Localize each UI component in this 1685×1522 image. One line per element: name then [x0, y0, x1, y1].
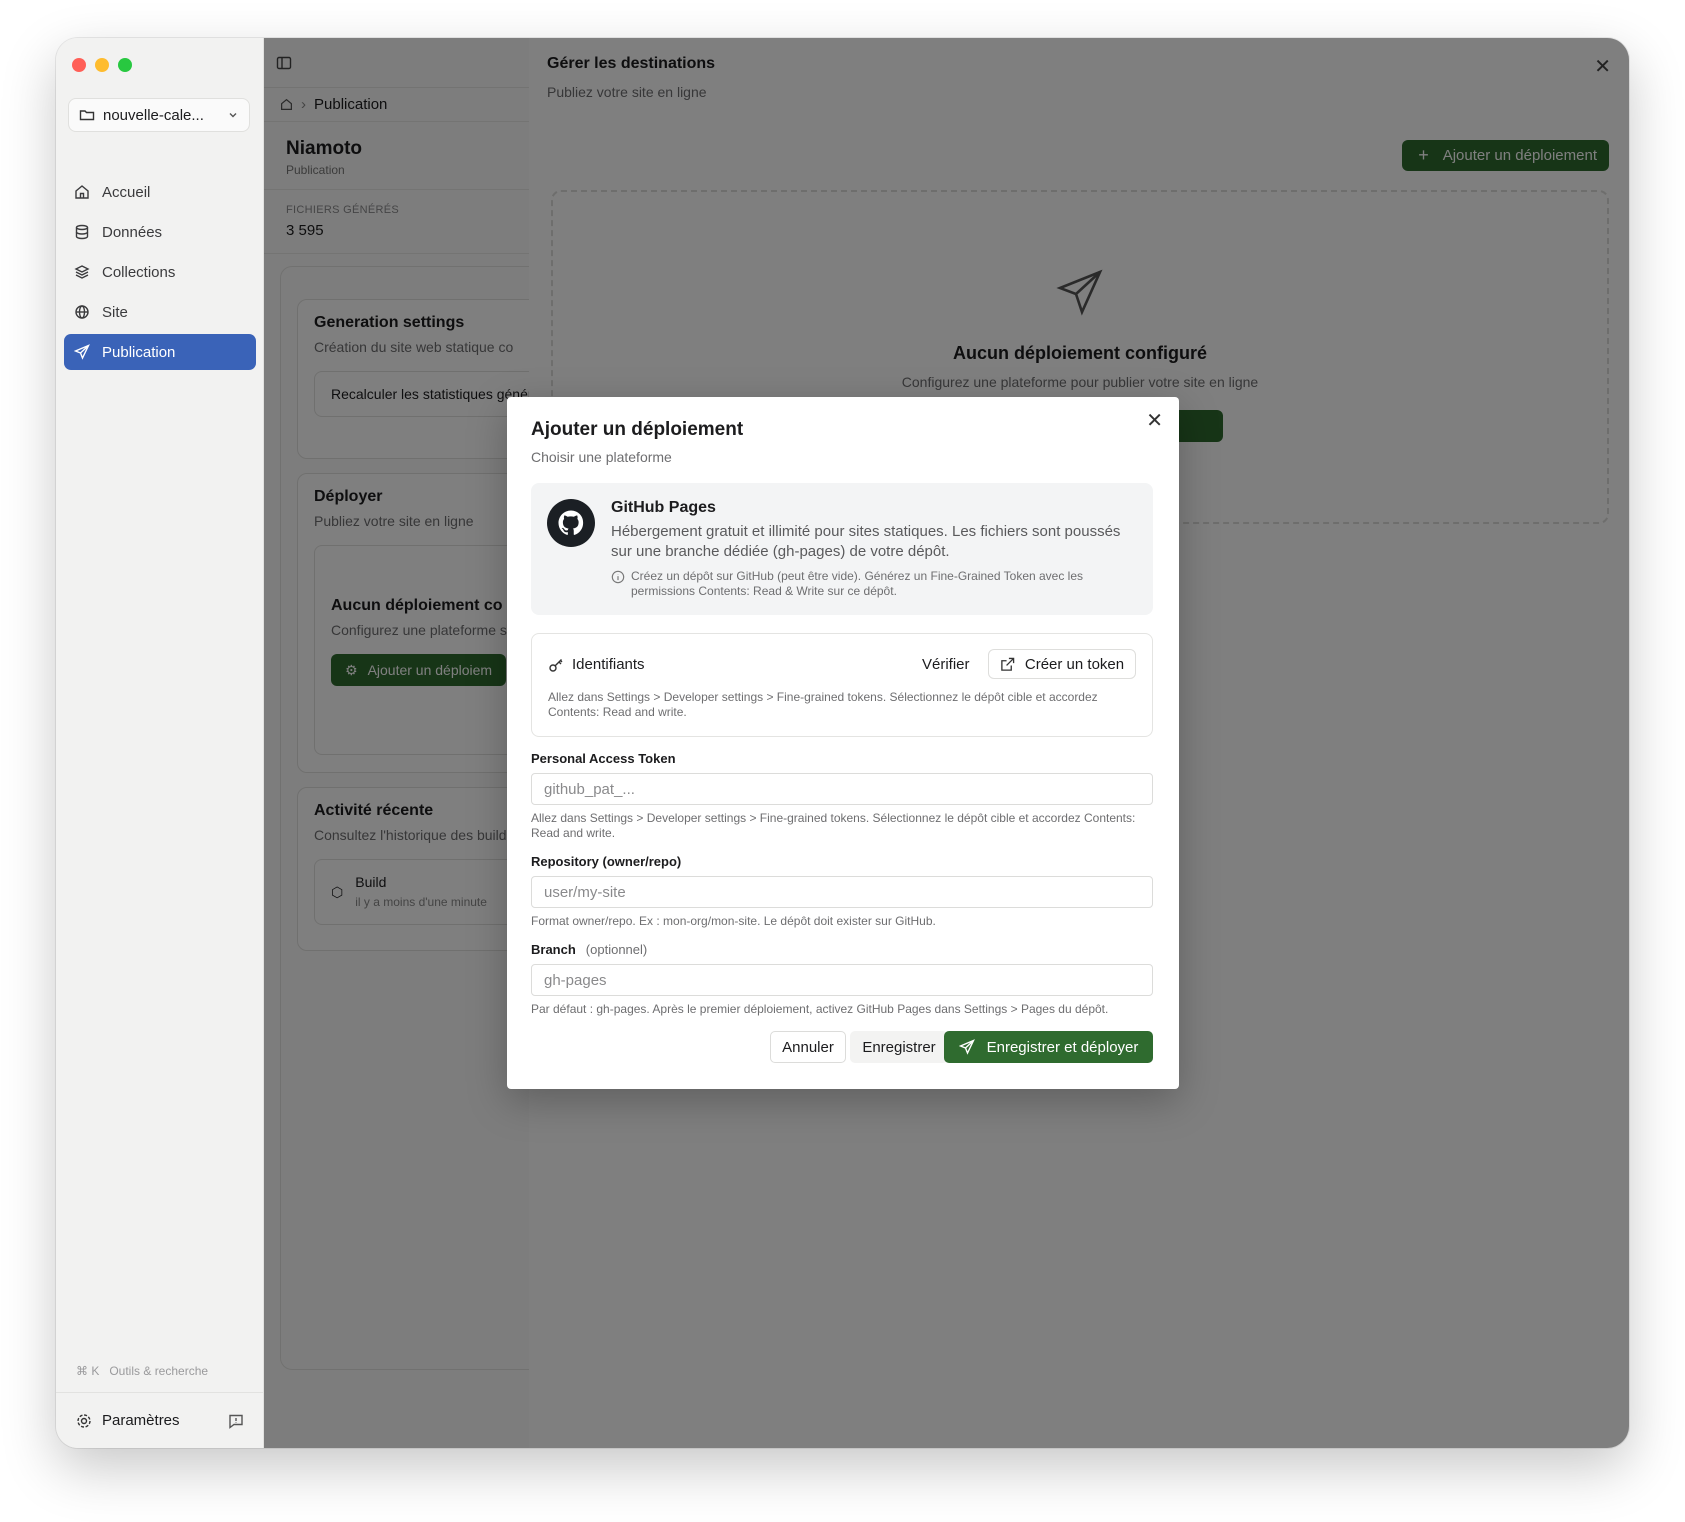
- minimize-window-button[interactable]: [95, 58, 109, 72]
- branch-label: Branch: [531, 942, 576, 957]
- maximize-window-button[interactable]: [118, 58, 132, 72]
- sidebar-item-label: Données: [102, 223, 163, 241]
- workspace-name: nouvelle-cale...: [103, 106, 204, 124]
- feedback-icon[interactable]: [228, 1413, 244, 1429]
- save-button[interactable]: Enregistrer: [850, 1031, 948, 1063]
- repo-input[interactable]: user/my-site: [531, 876, 1153, 908]
- token-label: Personal Access Token: [531, 751, 676, 766]
- platform-name: GitHub Pages: [611, 499, 716, 516]
- branch-label-row: Branch (optionnel): [531, 942, 647, 957]
- settings-row: Paramètres: [56, 1392, 264, 1448]
- sidebar-item-collections[interactable]: Collections: [64, 254, 256, 290]
- gear-icon: [77, 1413, 91, 1428]
- sidebar-item-label: Site: [102, 303, 128, 321]
- tools-search-shortcut[interactable]: ⌘ K Outils & recherche: [76, 1364, 208, 1378]
- tools-label: Outils & recherche: [109, 1364, 209, 1378]
- key-icon: [549, 658, 563, 672]
- platform-card-github-pages[interactable]: GitHub Pages Hébergement gratuit et illi…: [531, 483, 1153, 615]
- globe-icon: [75, 305, 89, 319]
- add-deployment-dialog: ✕ Ajouter un déploiement Choisir une pla…: [507, 397, 1179, 1089]
- repo-help: Format owner/repo. Ex : mon-org/mon-site…: [531, 914, 936, 928]
- workspace-select[interactable]: nouvelle-cale...: [68, 98, 250, 132]
- sidebar-item-label: Publication: [102, 343, 176, 361]
- credentials-label: Identifiants: [572, 656, 645, 673]
- platform-note: Créez un dépôt sur GitHub (peut être vid…: [611, 569, 1131, 599]
- layers-icon: [74, 265, 90, 279]
- button-label: Créer un token: [1024, 655, 1125, 673]
- save-and-deploy-button[interactable]: Enregistrer et déployer: [944, 1031, 1153, 1063]
- token-input[interactable]: github_pat_...: [531, 773, 1153, 805]
- create-token-button[interactable]: Créer un token: [988, 649, 1136, 679]
- sidebar-item-publication[interactable]: Publication: [64, 334, 256, 370]
- sidebar-item-donnees[interactable]: Données: [64, 214, 256, 250]
- settings-link[interactable]: Paramètres: [102, 1412, 218, 1429]
- sidebar-item-accueil[interactable]: Accueil: [64, 174, 256, 210]
- credentials-help: Allez dans Settings > Developer settings…: [548, 690, 1098, 719]
- shortcut-keys: ⌘ K: [76, 1364, 100, 1378]
- dialog-title: Ajouter un déploiement: [531, 419, 744, 440]
- sidebar-item-label: Accueil: [102, 183, 151, 201]
- external-link-icon: [1001, 657, 1015, 671]
- credentials-card: Identifiants Vérifier Créer un token All…: [531, 633, 1153, 737]
- close-icon[interactable]: ✕: [1146, 411, 1163, 431]
- sidebar-item-site[interactable]: Site: [64, 294, 256, 330]
- platform-description: Hébergement gratuit et illimité pour sit…: [611, 523, 1121, 560]
- send-icon: [958, 1039, 975, 1055]
- credentials-header: Identifiants: [548, 656, 645, 673]
- sidebar: nouvelle-cale... Accueil Données Collect…: [56, 38, 264, 1448]
- folder-icon: [79, 110, 95, 121]
- verify-button[interactable]: Vérifier: [922, 656, 970, 673]
- token-help: Allez dans Settings > Developer settings…: [531, 811, 1136, 840]
- info-icon: [611, 570, 625, 584]
- database-icon: [75, 224, 89, 240]
- close-window-button[interactable]: [72, 58, 86, 72]
- repo-label: Repository (owner/repo): [531, 854, 682, 869]
- cancel-button[interactable]: Annuler: [770, 1031, 846, 1063]
- branch-help: Par défaut : gh-pages. Après le premier …: [531, 1002, 1109, 1016]
- sidebar-item-label: Collections: [102, 263, 176, 281]
- optional-tag: (optionnel): [585, 942, 648, 957]
- button-label: Enregistrer et déployer: [986, 1038, 1139, 1056]
- home-icon: [75, 185, 89, 199]
- dialog-subtitle: Choisir une plateforme: [531, 449, 672, 465]
- sidebar-nav: Accueil Données Collections Site Publica…: [64, 174, 256, 374]
- branch-input[interactable]: gh-pages: [531, 964, 1153, 996]
- github-icon: [547, 499, 595, 547]
- send-icon: [74, 344, 90, 360]
- note-text: Créez un dépôt sur GitHub (peut être vid…: [631, 569, 1084, 598]
- chevron-down-icon: [229, 113, 237, 118]
- window-controls: [72, 58, 132, 72]
